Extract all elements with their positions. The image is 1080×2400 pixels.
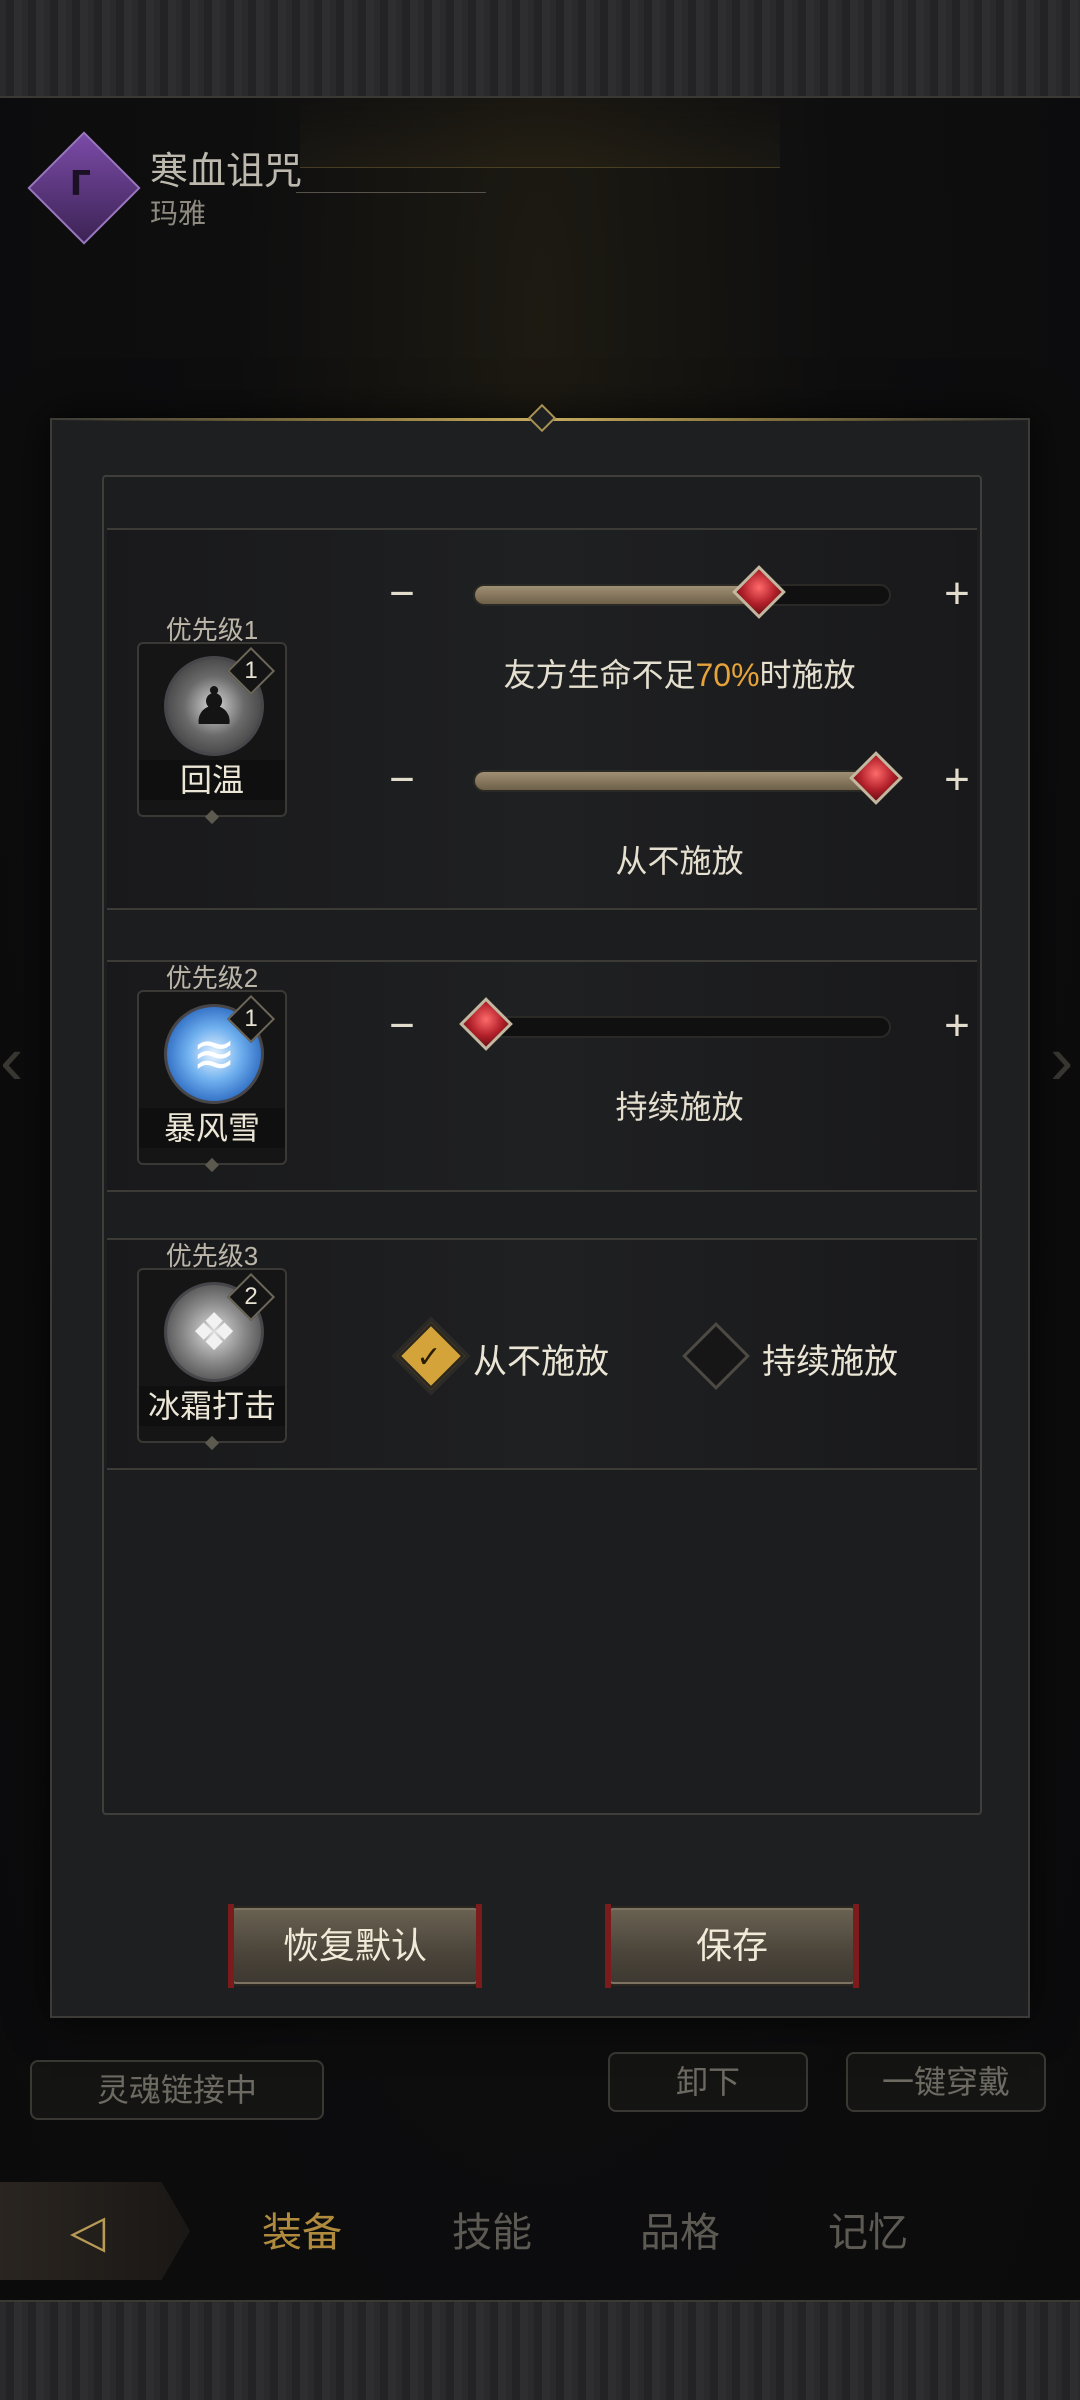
- minus-button[interactable]: −: [372, 566, 432, 626]
- skill-row-2: 优先级2 ≋ 1 暴风雪 − + 持续施放: [107, 960, 977, 1192]
- diamond-ornament: [204, 1157, 220, 1173]
- skill-card[interactable]: ❖ 2 冰霜打击: [137, 1268, 287, 1451]
- slider-handle[interactable]: [732, 565, 786, 619]
- tab-memory[interactable]: 记忆: [828, 2200, 908, 2258]
- plus-button[interactable]: +: [927, 566, 987, 626]
- minus-button[interactable]: −: [372, 752, 432, 812]
- plus-button[interactable]: +: [927, 752, 987, 812]
- slider-track[interactable]: [459, 997, 891, 1051]
- chevron-left-icon[interactable]: ‹: [0, 1020, 40, 1140]
- cast-condition-text: 友方生命不足70%时施放: [503, 657, 856, 693]
- bottom-border: [0, 2300, 1080, 2400]
- skill-row-3: 优先级3 ❖ 2 冰霜打击 ✓ 从不施放 持续施放: [107, 1238, 977, 1470]
- check-icon: ✓: [416, 1340, 442, 1374]
- save-button[interactable]: 保存: [605, 1904, 859, 1988]
- diamond-ornament: [204, 1435, 220, 1451]
- minus-button[interactable]: −: [372, 998, 432, 1058]
- back-arrow-icon: ◁: [70, 2205, 106, 2257]
- always-cast-label[interactable]: 持续施放: [762, 1334, 898, 1383]
- tab-skills[interactable]: 技能: [452, 2200, 532, 2258]
- top-border: [0, 0, 1080, 98]
- slider-fill: [475, 586, 760, 604]
- threshold-value: 70%: [695, 657, 760, 693]
- never-cast-checkbox[interactable]: ✓: [397, 1322, 465, 1390]
- cast-condition-text: 持续施放: [615, 1089, 744, 1125]
- never-cast-label[interactable]: 从不施放: [473, 1334, 609, 1383]
- always-cast-checkbox[interactable]: [682, 1322, 750, 1390]
- diamond-ornament: [204, 809, 220, 825]
- plus-button[interactable]: +: [927, 998, 987, 1058]
- skill-name: 冰霜打击: [139, 1386, 285, 1426]
- skill-row-1: 优先级1 ♟ 1 回温 − + 友方生命不足70%时施放 − + 从不施放: [107, 528, 977, 910]
- skill-priority-dialog: 优先级1 ♟ 1 回温 − + 友方生命不足70%时施放 − + 从不施放 优先…: [50, 403, 1032, 2018]
- character-header: ᒥ 寒血诅咒 玛雅: [27, 131, 536, 245]
- divider: [296, 192, 486, 193]
- slider-track[interactable]: [473, 565, 891, 619]
- skill-name: 暴风雪: [139, 1108, 285, 1148]
- equip-all-button[interactable]: 一键穿戴: [846, 2052, 1046, 2112]
- chevron-right-icon[interactable]: ›: [1050, 1020, 1080, 1140]
- curse-scythe-icon: ᒥ: [27, 131, 141, 245]
- skill-card[interactable]: ♟ 1 回温: [137, 642, 287, 825]
- character-name: 玛雅: [150, 198, 207, 229]
- reset-default-button[interactable]: 恢复默认: [228, 1904, 482, 1988]
- unequip-button[interactable]: 卸下: [608, 2052, 808, 2112]
- skill-name: 回温: [139, 760, 285, 800]
- tab-traits[interactable]: 品格: [640, 2200, 720, 2258]
- back-button[interactable]: ◁: [0, 2182, 190, 2280]
- soul-link-button[interactable]: 灵魂链接中: [30, 2060, 324, 2120]
- cast-condition-text: 从不施放: [615, 843, 744, 879]
- tab-equipment[interactable]: 装备: [262, 2200, 342, 2258]
- slider-handle[interactable]: [459, 997, 513, 1051]
- skill-card[interactable]: ≋ 1 暴风雪: [137, 990, 287, 1173]
- slider-track[interactable]: [473, 751, 903, 805]
- slider-fill: [475, 772, 877, 790]
- slider-handle[interactable]: [849, 751, 903, 805]
- page-title: 寒血诅咒: [150, 151, 303, 193]
